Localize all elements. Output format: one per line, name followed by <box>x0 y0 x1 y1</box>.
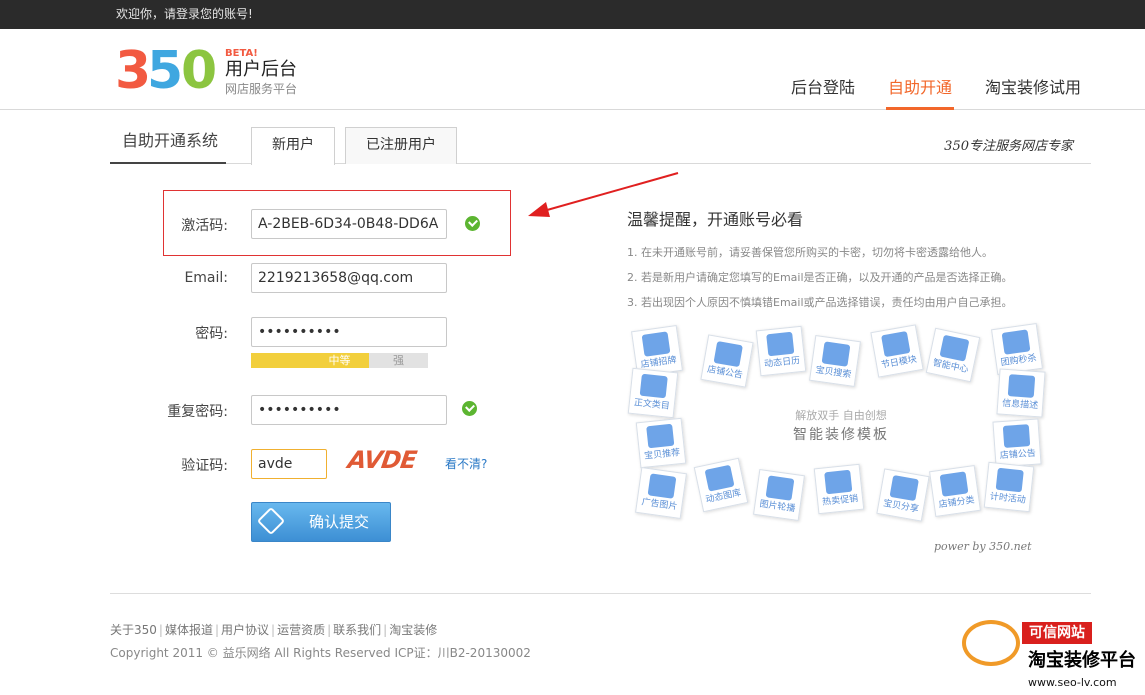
template-tile: 计时活动 <box>983 461 1035 513</box>
logo-beta: BETA! <box>225 48 258 59</box>
template-tile: 宝贝分享 <box>876 468 930 522</box>
check-icon <box>465 216 480 231</box>
template-tile: 信息描述 <box>996 368 1046 418</box>
password-input[interactable]: •••••••••• <box>251 317 447 347</box>
template-tile: 店铺公告 <box>992 418 1042 468</box>
email-input[interactable]: 2219213658@qq.com <box>251 263 447 293</box>
submit-label: 确认提交 <box>309 513 370 531</box>
tab-new-user[interactable]: 新用户 <box>251 127 335 165</box>
password-strength-meter: 中等 强 <box>251 353 428 368</box>
footer-link-about[interactable]: 关于350 <box>110 623 157 637</box>
template-tile: 宝贝搜索 <box>809 335 861 387</box>
template-tile: 热卖促销 <box>813 463 865 515</box>
tips-panel: 温馨提醒，开通账号必看 1. 在未开通账号前，请妥善保管您所购买的卡密，切勿将卡… <box>627 206 1057 315</box>
nav-backend-login[interactable]: 后台登陆 <box>789 76 857 110</box>
activation-code-input[interactable]: A-2BEB-6D34-0B48-DD6A <box>251 209 447 239</box>
power-by-text: power by 350.net <box>934 540 1032 553</box>
tab-registered-user[interactable]: 已注册用户 <box>345 127 457 164</box>
tip-line: 2. 若是新用户请确定您填写的Email是否正确，以及开通的产品是否选择正确。 <box>627 271 1013 284</box>
submit-icon <box>256 506 286 536</box>
template-tile: 店铺公告 <box>700 334 754 388</box>
captcha-refresh-link[interactable]: 看不清? <box>445 455 487 472</box>
submit-button[interactable]: 确认提交 <box>251 502 391 542</box>
nav-taobao-trial[interactable]: 淘宝装修试用 <box>983 76 1083 110</box>
tips-title: 温馨提醒，开通账号必看 <box>627 210 804 229</box>
logo[interactable]: 3 5 0 BETA! 用户后台 网店服务平台 <box>115 45 297 97</box>
template-tile: 节日模块 <box>870 324 924 378</box>
tabs-row: 自助开通系统 新用户 已注册用户 350专注服务网店专家 <box>110 127 1091 165</box>
footer-link-license[interactable]: 运营资质 <box>277 623 325 637</box>
tip-line: 3. 若出现因个人原因不慎填错Email或产品选择错误，责任均由用户自己承担。 <box>627 296 1013 309</box>
template-tile: 智能中心 <box>925 327 981 383</box>
tip-line: 1. 在未开通账号前，请妥善保管您所购买的卡密，切勿将卡密透露给他人。 <box>627 246 993 259</box>
template-tile: 动态日历 <box>755 325 807 377</box>
badge-url: www.seo-lv.com <box>1028 676 1117 689</box>
logo-digit-0: 0 <box>181 41 217 101</box>
captcha-image[interactable]: AVDE <box>346 446 418 474</box>
slogan: 350专注服务网店专家 <box>944 139 1073 154</box>
email-label: Email: <box>184 270 228 286</box>
template-tile: 动态图库 <box>693 457 749 513</box>
badge-title: 淘宝装修平台 <box>1028 650 1136 671</box>
nav-self-service[interactable]: 自助开通 <box>885 76 954 110</box>
template-tile: 图片轮播 <box>753 469 805 521</box>
check-icon <box>462 401 477 416</box>
section-title: 自助开通系统 <box>110 127 226 164</box>
template-tile: 正文类目 <box>627 367 679 419</box>
header: 3 5 0 BETA! 用户后台 网店服务平台 后台登陆 自助开通 淘宝装修试用 <box>0 29 1145 110</box>
logo-name: 用户后台 <box>225 59 297 80</box>
footer-link-agreement[interactable]: 用户协议 <box>221 623 269 637</box>
footer-link-media[interactable]: 媒体报道 <box>165 623 213 637</box>
logo-digit-5: 5 <box>147 41 183 101</box>
main-nav: 后台登陆 自助开通 淘宝装修试用 <box>760 76 1083 110</box>
badge-ring-icon <box>962 620 1020 666</box>
copyright: Copyright 2011 © 益乐网络 All Rights Reserve… <box>110 646 531 660</box>
trusted-site-badge[interactable]: 可信网站 淘宝装修平台 www.seo-lv.com <box>962 620 1145 695</box>
showcase-subtitle: 解放双手 自由创想 <box>795 409 887 422</box>
footer-links: 关于350 | 媒体报道 | 用户协议 | 运营资质 | 联系我们 | 淘宝装修 <box>110 623 438 637</box>
strength-weak <box>251 353 310 368</box>
logo-subtitle: 网店服务平台 <box>225 82 298 96</box>
template-tile: 宝贝推荐 <box>635 417 687 469</box>
footer-link-contact[interactable]: 联系我们 <box>333 623 381 637</box>
template-tile: 广告图片 <box>635 467 687 519</box>
badge-red-label: 可信网站 <box>1022 622 1092 644</box>
footer-link-taobao[interactable]: 淘宝装修 <box>389 623 437 637</box>
template-tile: 店铺分类 <box>929 465 981 517</box>
welcome-text: 欢迎你，请登录您的账号! <box>116 7 253 21</box>
strength-strong: 强 <box>369 353 428 368</box>
template-tile: 团购秒杀 <box>991 323 1043 375</box>
password-label: 密码: <box>195 326 228 342</box>
captcha-label: 验证码: <box>181 458 228 474</box>
repeat-password-input[interactable]: •••••••••• <box>251 395 447 425</box>
activation-label: 激活码: <box>181 218 228 234</box>
footer: 关于350 | 媒体报道 | 用户协议 | 运营资质 | 联系我们 | 淘宝装修 Copyright… <box>110 593 1091 660</box>
showcase-title: 智能装修模板 <box>793 427 889 443</box>
logo-mark: 3 5 0 <box>115 45 217 97</box>
repeat-password-label: 重复密码: <box>167 404 228 420</box>
strength-medium: 中等 <box>310 353 369 368</box>
template-showcase: 店铺招牌 店铺公告 动态日历 宝贝搜索 节日模块 智能中心 团购秒杀 正文类目 … <box>626 322 1052 567</box>
logo-digit-3: 3 <box>115 41 151 101</box>
top-welcome-bar: 欢迎你，请登录您的账号! <box>0 0 1145 29</box>
captcha-input[interactable]: avde <box>251 449 327 479</box>
